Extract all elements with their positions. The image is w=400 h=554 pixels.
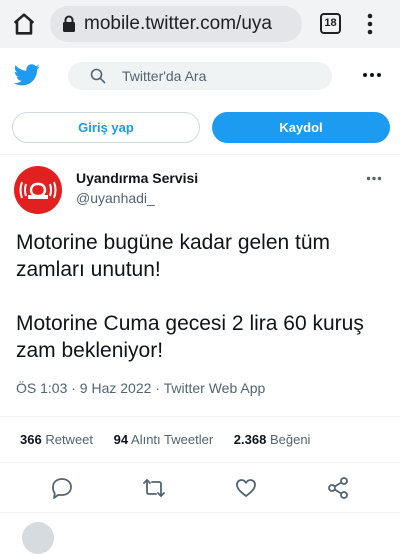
search-input[interactable]: Twitter'da Ara — [68, 62, 332, 90]
tweet-text: Motorine bugüne kadar gelen tüm zamları … — [16, 229, 386, 364]
divider — [0, 512, 400, 513]
tweet-paragraph-2: Motorine Cuma gecesi 2 lira 60 kuruş zam… — [16, 312, 364, 362]
signup-button[interactable]: Kaydol — [212, 112, 390, 143]
home-icon[interactable] — [10, 10, 38, 38]
tab-switcher-button[interactable]: 18 — [320, 13, 341, 34]
like-count[interactable]: 2.368 Beğeni — [234, 432, 311, 447]
address-bar[interactable]: mobile.twitter.com/uya — [50, 6, 302, 42]
more-options-icon[interactable] — [362, 72, 382, 78]
alarm-logo-icon — [19, 181, 57, 199]
like-icon[interactable] — [234, 476, 258, 500]
retweet-count[interactable]: 366 Retweet — [20, 432, 93, 447]
divider — [0, 154, 400, 155]
browser-toolbar: mobile.twitter.com/uya 18 — [0, 0, 400, 48]
search-placeholder: Twitter'da Ara — [122, 68, 207, 84]
search-icon — [90, 68, 106, 84]
twitter-logo-icon[interactable] — [14, 64, 40, 86]
browser-menu-icon[interactable] — [364, 12, 376, 36]
tweet-paragraph-1: Motorine bugüne kadar gelen tüm zamları … — [16, 231, 331, 281]
lock-icon — [63, 15, 75, 32]
author-handle[interactable]: @uyanhadi_ — [76, 190, 155, 206]
tweet-meta[interactable]: ÖS 1:03 · 9 Haz 2022 · Twitter Web App — [16, 380, 265, 396]
divider — [0, 416, 400, 417]
tweet-actions — [0, 476, 400, 502]
author-name[interactable]: Uyandırma Servisi — [76, 170, 198, 186]
next-tweet-avatar[interactable] — [22, 522, 54, 554]
login-button[interactable]: Giriş yap — [12, 112, 200, 143]
retweet-icon[interactable] — [142, 476, 166, 500]
url-text: mobile.twitter.com/uya — [84, 13, 272, 34]
avatar[interactable] — [14, 166, 62, 214]
divider — [0, 462, 400, 463]
share-icon[interactable] — [326, 476, 350, 500]
reply-icon[interactable] — [50, 476, 74, 500]
quote-count[interactable]: 94 Alıntı Tweetler — [114, 432, 214, 447]
tweet-more-icon[interactable] — [366, 176, 382, 181]
tweet-stats: 366 Retweet 94 Alıntı Tweetler 2.368 Beğ… — [20, 432, 327, 447]
